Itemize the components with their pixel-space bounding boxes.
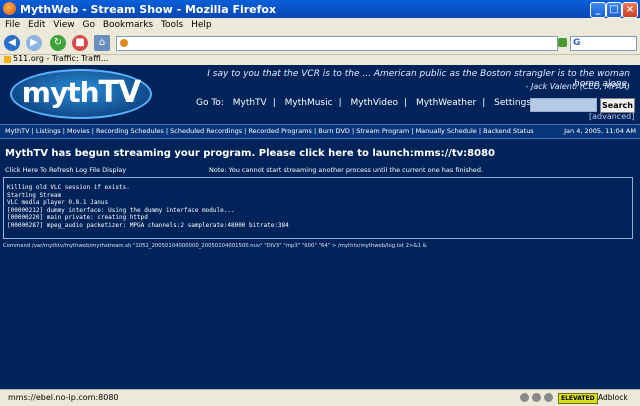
minimize-button[interactable]: _ <box>590 2 606 18</box>
main-nav: Go To: MythTV | MythMusic | MythVideo | Myt… <box>196 98 537 108</box>
log-line: [00000212] dummy interface: Using the du… <box>7 206 235 214</box>
goto-label: Go To: <box>196 98 224 108</box>
subnav-burn-dvd[interactable]: Burn DVD <box>318 127 350 135</box>
log-line: VLC media player 0.8.1 Janus <box>7 199 109 206</box>
menu-tools[interactable]: Tools <box>161 20 183 30</box>
window-titlebar[interactable]: MythWeb - Stream Show - Mozilla Firefox … <box>0 0 640 18</box>
go-icon[interactable] <box>558 38 567 47</box>
bookmarks-toolbar: 511.org - Traffic: Traffi... <box>0 54 640 65</box>
refresh-log-link[interactable]: Click Here To Refresh Log File Display <box>5 166 126 174</box>
datetime: Jan 4, 2005, 11:04 AM <box>564 127 636 135</box>
log-display: Killing old VLC session if exists. Start… <box>3 177 633 239</box>
quote-author: - Jack Valenti (CEO, MPAA) <box>525 82 630 91</box>
log-line: [00000287] mpeg_audio packetizer: MPGA c… <box>7 221 289 229</box>
menu-edit[interactable]: Edit <box>28 20 45 30</box>
bookmark-link[interactable]: 511.org - Traffic: Traffi... <box>13 54 108 63</box>
log-line: Killing old VLC session if exists. <box>7 184 130 191</box>
nav-mythweather[interactable]: MythWeather <box>416 98 476 108</box>
menu-go[interactable]: Go <box>82 20 94 30</box>
web-search-input[interactable]: G <box>570 36 637 51</box>
nav-separator: | <box>338 98 342 108</box>
security-icon[interactable] <box>532 393 541 402</box>
cookie-icon[interactable] <box>544 393 553 402</box>
menu-help[interactable]: Help <box>191 20 212 30</box>
site-icon <box>120 39 128 47</box>
advanced-search-link[interactable]: [advanced] <box>589 112 634 121</box>
reload-icon[interactable]: ↻ <box>50 35 66 51</box>
subnav-recorded-programs[interactable]: Recorded Programs <box>248 127 311 135</box>
stop-icon[interactable]: ■ <box>72 35 88 51</box>
subnav-manually-schedule[interactable]: Manually Schedule <box>416 127 477 135</box>
close-button[interactable]: × <box>622 2 638 18</box>
nav-settings[interactable]: Settings <box>494 98 531 108</box>
subnav-backend-status[interactable]: Backend Status <box>483 127 534 135</box>
elevated-badge[interactable]: ELEVATED <box>558 393 598 404</box>
menu-view[interactable]: View <box>53 20 74 30</box>
back-icon[interactable]: ◀ <box>4 35 20 51</box>
nav-separator: | <box>404 98 408 108</box>
firefox-icon <box>3 2 16 15</box>
nav-separator: | <box>482 98 486 108</box>
mythtv-logo[interactable]: mythTV <box>10 69 152 119</box>
subnav-scheduled-recordings[interactable]: Scheduled Recordings <box>170 127 242 135</box>
log-line: [00000220] main private: creating httpd <box>7 214 148 221</box>
menu-bookmarks[interactable]: Bookmarks <box>103 20 153 30</box>
page-content: mythTV I say to you that the VCR is to t… <box>0 65 640 389</box>
bookmark-icon <box>4 56 11 63</box>
logo-text-myth: myth <box>21 76 100 109</box>
menu-bar: File Edit View Go Bookmarks Tools Help <box>0 18 640 32</box>
subnav-stream-program[interactable]: Stream Program <box>356 127 409 135</box>
section-nav: MythTV | Listings | Movies | Recording S… <box>0 124 640 139</box>
subnav-mythtv[interactable]: MythTV <box>5 127 30 135</box>
google-icon: G <box>573 38 581 48</box>
search-button[interactable]: Search <box>600 98 635 113</box>
subnav-listings[interactable]: Listings <box>36 127 61 135</box>
extension-icon[interactable] <box>520 393 529 402</box>
status-icons <box>520 393 556 402</box>
nav-mythvideo[interactable]: MythVideo <box>351 98 399 108</box>
forward-icon[interactable]: ▶ <box>26 35 42 51</box>
stream-note: Note: You cannot start streaming another… <box>209 166 484 174</box>
subnav-movies[interactable]: Movies <box>67 127 90 135</box>
home-icon[interactable]: ⌂ <box>94 35 110 51</box>
status-text: mms://ebel.no-ip.com:8080 <box>8 393 119 402</box>
menu-file[interactable]: File <box>5 20 20 30</box>
window-title: MythWeb - Stream Show - Mozilla Firefox <box>20 3 277 16</box>
nav-separator: | <box>272 98 276 108</box>
url-input[interactable] <box>116 36 558 51</box>
command-text: Command /var/mythtv/mythweb/mythstream.s… <box>3 243 427 249</box>
navigation-toolbar: ◀ ▶ ↻ ■ ⌂ G <box>0 32 640 55</box>
stream-headline-link[interactable]: MythTV has begun streaming your program.… <box>5 148 495 159</box>
search-input[interactable] <box>530 98 597 112</box>
logo-text-tv: TV <box>98 75 142 110</box>
nav-mythmusic[interactable]: MythMusic <box>285 98 333 108</box>
status-bar: mms://ebel.no-ip.com:8080 ELEVATED Adblo… <box>0 389 640 406</box>
nav-mythtv[interactable]: MythTV <box>233 98 267 108</box>
subnav-recording-schedules[interactable]: Recording Schedules <box>96 127 164 135</box>
maximize-button[interactable]: □ <box>606 2 622 18</box>
log-line: Starting Stream <box>7 191 62 199</box>
adblock-label[interactable]: Adblock <box>598 393 628 402</box>
